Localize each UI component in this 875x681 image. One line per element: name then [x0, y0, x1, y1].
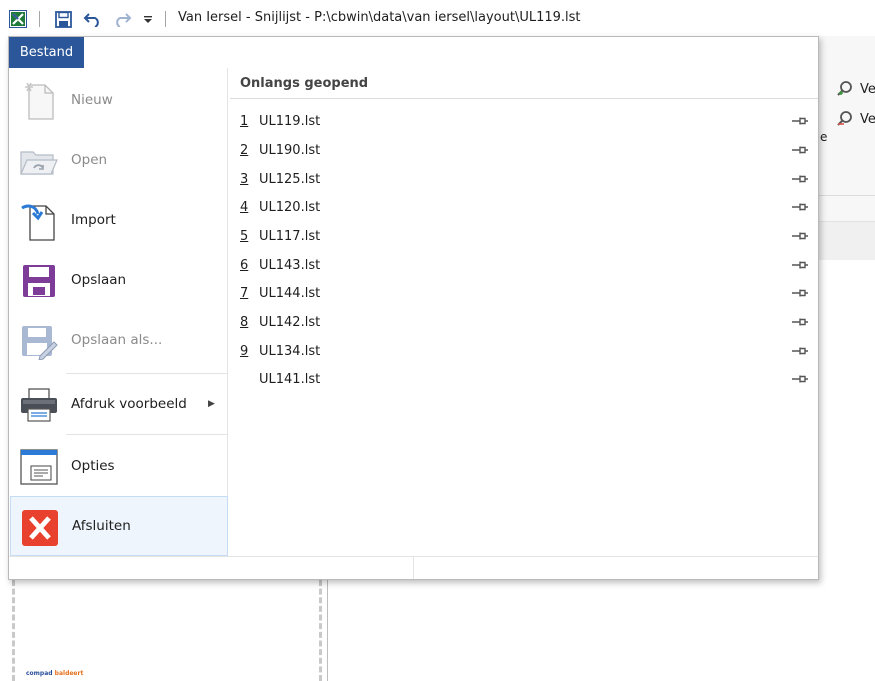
title-separator: [165, 11, 166, 27]
pin-icon[interactable]: [791, 200, 809, 214]
recent-file-name: UL141.lst: [259, 371, 321, 387]
recent-file-name: UL119.lst: [259, 113, 321, 129]
menu-item-open[interactable]: Open: [10, 130, 228, 190]
recent-file-item[interactable]: 2 UL190.lst: [230, 136, 818, 164]
options-window-icon: [18, 446, 60, 488]
recent-files-divider: [230, 98, 818, 99]
quick-access-separator: [39, 11, 40, 27]
recent-file-name: UL125.lst: [259, 171, 321, 187]
menu-item-exit-label: Afsluiten: [72, 518, 131, 534]
document-page-preview: [12, 580, 322, 681]
menu-item-save-as-label: Opslaan als...: [71, 332, 163, 348]
recent-file-item[interactable]: 9 UL134.lst: [230, 337, 818, 365]
pin-icon[interactable]: [791, 143, 809, 157]
menu-item-import-label: Import: [71, 212, 116, 228]
menu-item-options-label: Opties: [71, 458, 115, 474]
recent-file-name: UL144.lst: [259, 285, 321, 301]
recent-file-number: 5: [240, 228, 249, 244]
recent-file-item[interactable]: 6 UL143.lst: [230, 251, 818, 279]
recent-file-item[interactable]: 8 UL142.lst: [230, 308, 818, 336]
ribbon-partial-label: e: [820, 130, 828, 144]
new-document-icon: [18, 80, 60, 122]
recent-file-number: 7: [240, 285, 249, 301]
app-icon[interactable]: [8, 9, 28, 29]
save-as-icon: [18, 320, 60, 362]
menu-item-open-label: Open: [71, 152, 108, 168]
recent-files-header: Onlangs geopend: [240, 76, 369, 91]
recent-file-number: 9: [240, 343, 249, 359]
recent-file-item[interactable]: 7 UL144.lst: [230, 279, 818, 307]
document-logo: compad baldeert: [26, 670, 84, 677]
menu-divider: [66, 434, 228, 435]
pin-icon[interactable]: [791, 229, 809, 243]
recent-file-item[interactable]: 4 UL120.lst: [230, 193, 818, 221]
file-tab[interactable]: Bestand: [9, 37, 84, 68]
menu-item-import[interactable]: Import: [10, 190, 228, 250]
pin-icon[interactable]: [791, 286, 809, 300]
backstage-command-list: Nieuw Open Import Opslaan Opslaan als...…: [10, 68, 228, 556]
recent-file-item[interactable]: 5 UL117.lst: [230, 222, 818, 250]
menu-item-options[interactable]: Opties: [10, 436, 228, 496]
recent-file-item[interactable]: 1 UL119.lst: [230, 107, 818, 135]
menu-item-new[interactable]: Nieuw: [10, 70, 228, 130]
recent-file-name: UL117.lst: [259, 228, 321, 244]
exit-icon: [19, 507, 61, 549]
pin-icon[interactable]: [791, 172, 809, 186]
magnifier-minus-icon: [837, 111, 852, 126]
pin-icon[interactable]: [791, 344, 809, 358]
window-title: Van Iersel - Snijlijst - P:\cbwin\data\v…: [178, 10, 581, 25]
recent-file-number: 2: [240, 142, 249, 158]
recent-file-number: 3: [240, 171, 249, 187]
save-floppy-icon: [18, 260, 60, 302]
recent-file-number: 1: [240, 113, 249, 129]
ribbon-find-button-2[interactable]: Ve: [836, 110, 875, 128]
recent-file-name: UL134.lst: [259, 343, 321, 359]
menu-item-new-label: Nieuw: [71, 92, 113, 108]
printer-icon: [18, 384, 60, 426]
recent-file-name: UL143.lst: [259, 257, 321, 273]
ribbon-find-label-2: Ve: [860, 111, 875, 127]
recent-file-name: UL190.lst: [259, 142, 321, 158]
import-icon: [18, 200, 60, 242]
pin-icon[interactable]: [791, 372, 809, 386]
undo-icon[interactable]: [82, 9, 104, 29]
menu-item-save-label: Opslaan: [71, 272, 127, 288]
pin-icon[interactable]: [791, 258, 809, 272]
ribbon-find-button-1[interactable]: Ve: [836, 80, 875, 98]
menu-item-exit[interactable]: Afsluiten: [10, 496, 228, 556]
ribbon-find-label-1: Ve: [860, 81, 875, 97]
recent-file-item[interactable]: UL141.lst: [230, 365, 818, 393]
submenu-arrow-icon: ▶: [208, 399, 215, 409]
footer-separator: [413, 557, 414, 579]
menu-item-save[interactable]: Opslaan: [10, 250, 228, 310]
recent-file-number: 4: [240, 199, 249, 215]
pin-icon[interactable]: [791, 114, 809, 128]
ribbon-divider: [818, 195, 875, 196]
recent-file-name: UL142.lst: [259, 314, 321, 330]
redo-icon[interactable]: [111, 9, 133, 29]
save-icon[interactable]: [53, 9, 73, 29]
recent-file-name: UL120.lst: [259, 199, 321, 215]
menu-item-print-preview[interactable]: Afdruk voorbeeld ▶: [10, 374, 228, 434]
menu-item-print-preview-label: Afdruk voorbeeld: [71, 396, 187, 412]
recent-file-number: 8: [240, 314, 249, 330]
ribbon-band: [818, 221, 875, 260]
menu-item-save-as[interactable]: Opslaan als...: [10, 310, 228, 370]
pin-icon[interactable]: [791, 315, 809, 329]
customize-qat-icon[interactable]: [141, 9, 155, 29]
open-folder-icon: [18, 140, 60, 182]
magnifier-plus-icon: [837, 81, 852, 96]
recent-file-number: 6: [240, 257, 249, 273]
recent-file-item[interactable]: 3 UL125.lst: [230, 165, 818, 193]
title-bar: Van Iersel - Snijlijst - P:\cbwin\data\v…: [0, 0, 875, 36]
